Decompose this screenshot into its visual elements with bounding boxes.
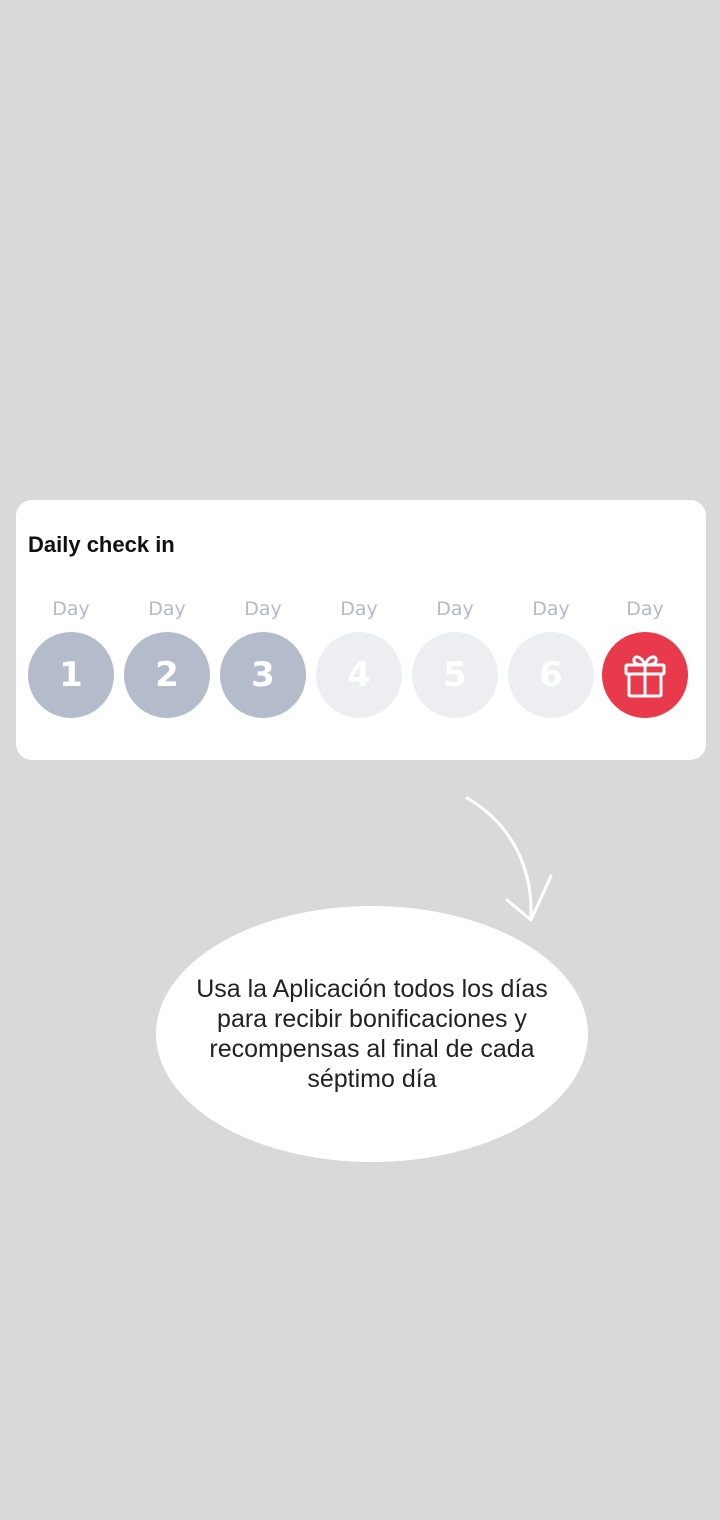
day-7-item[interactable]: Day [601,596,689,718]
day-5-item[interactable]: Day 5 [411,596,499,718]
tooltip-text: Usa la Aplicación todos los días para re… [196,975,548,1093]
tooltip-bubble: Usa la Aplicación todos los días para re… [156,906,588,1162]
day-1-circle[interactable]: 1 [28,632,114,718]
day-4-item[interactable]: Day 4 [315,596,403,718]
day-7-reward-circle[interactable] [602,632,688,718]
day-3-circle[interactable]: 3 [220,632,306,718]
day-3-item[interactable]: Day 3 [219,596,307,718]
day-label: Day [436,598,474,620]
curved-arrow-icon [465,796,553,922]
daily-checkin-card: Daily check in Day 1 Day 2 Day 3 Day 4 D… [16,500,706,760]
day-2-circle[interactable]: 2 [124,632,210,718]
day-label: Day [532,598,570,620]
day-6-item[interactable]: Day 6 [507,596,595,718]
gift-icon [624,655,666,698]
day-label: Day [148,598,186,620]
card-title: Daily check in [28,532,175,557]
day-label: Day [626,598,664,620]
day-6-circle[interactable]: 6 [508,632,594,718]
day-label: Day [340,598,378,620]
day-2-item[interactable]: Day 2 [123,596,211,718]
day-1-item[interactable]: Day 1 [27,596,115,718]
day-4-circle[interactable]: 4 [316,632,402,718]
day-label: Day [52,598,90,620]
day-5-circle[interactable]: 5 [412,632,498,718]
day-label: Day [244,598,282,620]
